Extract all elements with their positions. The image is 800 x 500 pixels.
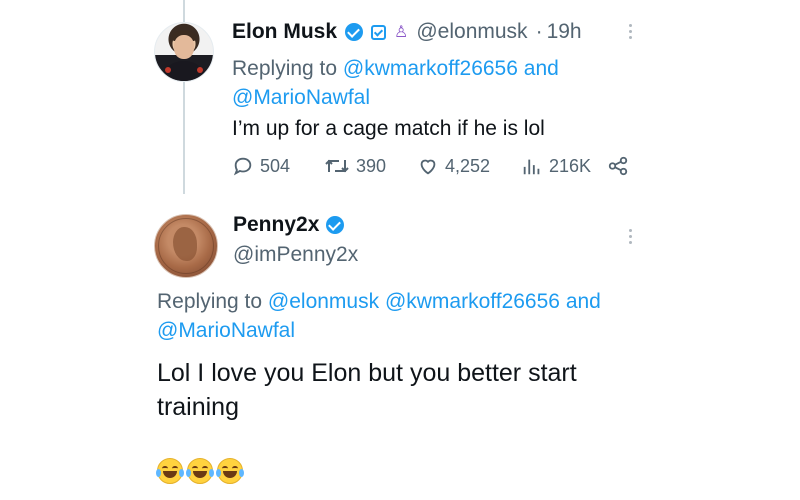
laughing-emoji-icon	[186, 458, 214, 484]
verified-icon[interactable]	[345, 23, 364, 41]
and-link[interactable]: and	[524, 57, 559, 80]
tweet1-actions: 504 390 4,252 216K	[232, 155, 635, 177]
tweet2-replying: Replying to @elonmusk @kwmarkoff26656 an…	[157, 287, 677, 345]
author-name[interactable]: Penny2x	[233, 213, 319, 237]
mention-link[interactable]: @elonmusk	[268, 290, 379, 313]
reply-button[interactable]: 504	[232, 155, 324, 177]
government-badge-icon[interactable]: ♙	[394, 22, 408, 42]
tweet2-text-line2: training	[157, 393, 239, 421]
mention-link[interactable]: @MarioNawfal	[157, 319, 295, 342]
reply-icon	[233, 157, 252, 176]
tweet1-text: I’m up for a cage match if he is lol	[232, 117, 545, 140]
avatar-elon[interactable]	[154, 22, 214, 82]
like-icon	[420, 159, 436, 175]
tweet2-text: Lol I love you Elon but you better start…	[157, 356, 577, 424]
like-count: 4,252	[445, 155, 491, 176]
laughing-emoji-icon	[156, 458, 184, 484]
views-button[interactable]: 216K	[521, 155, 607, 177]
emoji-row	[156, 458, 247, 484]
mention-link[interactable]: @kwmarkoff26656	[343, 57, 518, 80]
tweet-time[interactable]: 19h	[547, 20, 582, 44]
share-button[interactable]	[607, 155, 635, 177]
replying-label: Replying to	[157, 290, 263, 313]
avatar-penny[interactable]	[154, 214, 218, 278]
retweet-icon	[325, 159, 349, 173]
more-icon[interactable]	[629, 226, 633, 247]
replying-label: Replying to	[232, 57, 338, 80]
and-link[interactable]: and	[566, 290, 601, 313]
author-handle[interactable]: @imPenny2x	[233, 243, 358, 267]
like-button[interactable]: 4,252	[417, 155, 521, 177]
views-icon	[523, 159, 540, 175]
tweet1-replying: Replying to @kwmarkoff26656 and @MarioNa…	[232, 54, 652, 112]
laughing-emoji-icon	[216, 458, 244, 484]
tweet2-text-line1: Lol I love you Elon but you better start	[157, 359, 577, 387]
mention-link[interactable]: @kwmarkoff26656	[385, 290, 560, 313]
more-icon[interactable]	[629, 21, 633, 42]
tweet2-header: Penny2x	[233, 213, 345, 237]
share-icon	[608, 156, 628, 176]
views-count: 216K	[549, 155, 592, 176]
verified-icon[interactable]	[326, 216, 345, 234]
retweet-button[interactable]: 390	[324, 155, 417, 177]
mention-link[interactable]: @MarioNawfal	[232, 86, 370, 109]
author-name[interactable]: Elon Musk	[232, 20, 337, 44]
author-handle[interactable]: @elonmusk	[416, 20, 527, 44]
square-badge-icon[interactable]	[371, 24, 387, 40]
retweet-count: 390	[356, 155, 387, 176]
separator: ·	[535, 20, 543, 43]
thread-line-top	[183, 0, 185, 22]
tweet1-header: Elon Musk ♙ @elonmusk · 19h	[232, 20, 582, 44]
thread-line-connector	[183, 82, 185, 194]
reply-count: 504	[260, 155, 291, 176]
